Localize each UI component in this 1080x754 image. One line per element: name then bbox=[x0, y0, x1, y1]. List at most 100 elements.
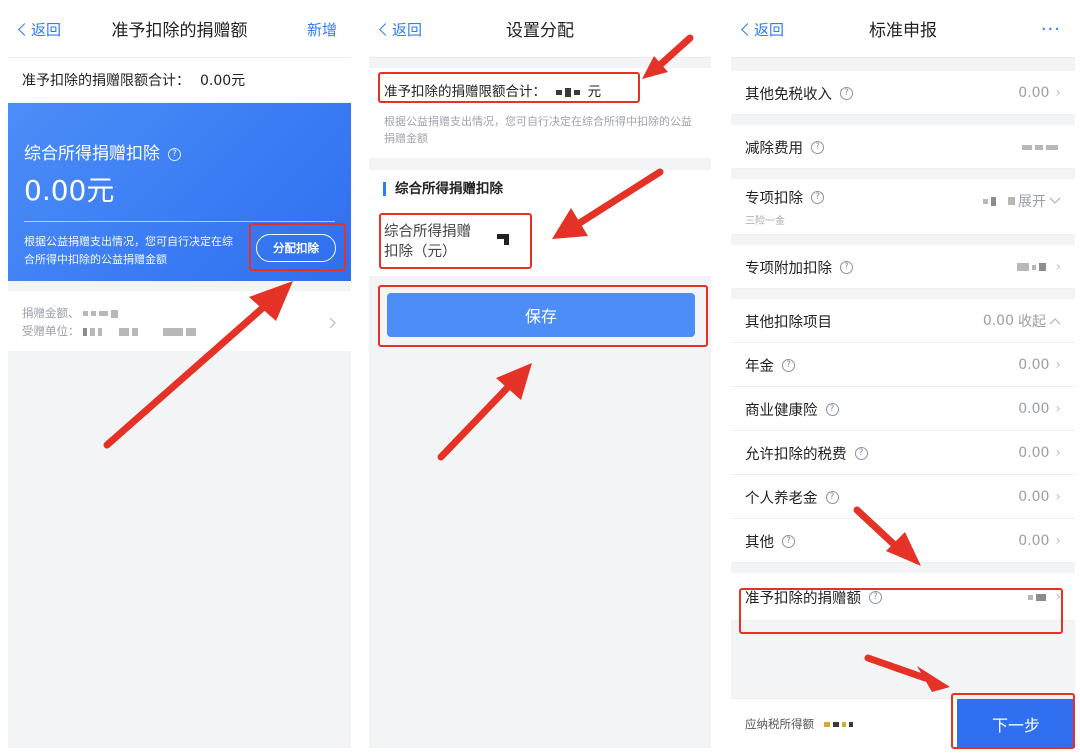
row-other[interactable]: 其他? 0.00 › bbox=[731, 519, 1075, 563]
help-icon[interactable]: ? bbox=[825, 490, 839, 504]
redacted-mark bbox=[1035, 144, 1043, 150]
donation-org-line: 受赠单位： bbox=[22, 322, 337, 340]
row-value: 0.00 bbox=[982, 313, 1014, 329]
redacted-mark bbox=[556, 89, 563, 95]
chevron-right-icon bbox=[329, 316, 337, 334]
help-icon[interactable]: ? bbox=[811, 190, 824, 204]
row-label: 年金 bbox=[745, 358, 774, 375]
add-button[interactable]: 新增 bbox=[307, 0, 337, 58]
help-icon[interactable]: ? bbox=[811, 140, 824, 154]
row-label: 准予扣除的捐赠额 bbox=[745, 590, 861, 607]
bottom-bar: 应纳税所得额 下一步 bbox=[731, 698, 1075, 748]
row-label: 其他扣除项目 bbox=[745, 314, 832, 331]
row-sublabel: 三险一金 bbox=[745, 216, 785, 227]
help-icon[interactable]: ? bbox=[168, 147, 181, 161]
help-icon[interactable]: ? bbox=[782, 358, 795, 372]
donation-list-item[interactable]: 捐赠金额、 受赠单位： bbox=[8, 291, 351, 351]
more-icon[interactable]: ··· bbox=[1041, 0, 1061, 58]
chevron-right-icon: › bbox=[1055, 259, 1061, 275]
row-label: 其他免税收入 bbox=[745, 86, 832, 103]
chevron-right-icon: › bbox=[1055, 489, 1061, 505]
limit-amount: 0.00元 bbox=[200, 73, 246, 89]
redacted-mark bbox=[1017, 263, 1030, 271]
redacted-mark bbox=[833, 721, 839, 727]
back-button[interactable]: 返回 bbox=[18, 0, 62, 58]
row-other-deduction-items[interactable]: 其他扣除项目 0.00 收起 bbox=[731, 299, 1075, 343]
row-label: 专项附加扣除 bbox=[745, 260, 832, 277]
redacted-mark bbox=[83, 311, 89, 316]
section-title: 综合所得捐赠扣除 bbox=[383, 182, 503, 196]
chevron-right-icon: › bbox=[1055, 445, 1061, 461]
row-value: 0.00 bbox=[1018, 533, 1050, 549]
save-button[interactable]: 保存 bbox=[387, 293, 695, 337]
back-label: 返回 bbox=[31, 20, 62, 39]
row-special-deduction[interactable]: 专项扣除? 三险一金 展开 bbox=[731, 179, 1075, 235]
help-icon[interactable]: ? bbox=[869, 590, 882, 604]
card-title: 综合所得捐赠扣除? bbox=[24, 139, 181, 164]
expand-label: 展开 bbox=[1018, 194, 1046, 210]
deduction-field-input[interactable] bbox=[497, 230, 509, 249]
declaration-list: 其他免税收入? 0.00 › 减除费用? 专项扣除? 三险一金 展开 专项附加扣除… bbox=[731, 59, 1075, 621]
redacted-mark bbox=[842, 721, 846, 727]
help-icon[interactable]: ? bbox=[782, 534, 795, 548]
row-commercial-health-insurance[interactable]: 商业健康险? 0.00 › bbox=[731, 387, 1075, 431]
redacted-mark bbox=[119, 327, 130, 336]
limit-unit: 元 bbox=[587, 84, 602, 100]
taxable-income-label: 应纳税所得额 bbox=[745, 717, 814, 731]
redacted-mark bbox=[90, 327, 96, 336]
allocate-deduction-button[interactable]: 分配扣除 bbox=[256, 234, 336, 262]
row-allowed-donation[interactable]: 准予扣除的捐赠额? › bbox=[731, 573, 1075, 621]
chevron-up-icon bbox=[1049, 318, 1061, 325]
help-icon[interactable]: ? bbox=[854, 446, 868, 460]
deduction-field-label: 综合所得捐赠扣除（元） bbox=[384, 224, 471, 260]
row-deduction-fee[interactable]: 减除费用? bbox=[731, 125, 1075, 169]
redacted-mark bbox=[163, 327, 184, 336]
donation-amount-label: 捐赠金额、 bbox=[22, 306, 80, 320]
page-title: 设置分配 bbox=[506, 21, 574, 41]
row-label: 减除费用 bbox=[745, 140, 803, 157]
redacted-mark bbox=[983, 198, 988, 204]
redacted-mark bbox=[1022, 144, 1032, 150]
row-annuity[interactable]: 年金? 0.00 › bbox=[731, 343, 1075, 387]
row-label: 允许扣除的税费 bbox=[745, 446, 847, 463]
redacted-mark bbox=[1046, 144, 1058, 150]
help-icon[interactable]: ? bbox=[840, 260, 853, 274]
collapse-label: 收起 bbox=[1018, 314, 1046, 330]
page-title: 准予扣除的捐赠额 bbox=[111, 21, 248, 41]
row-value: 0.00 bbox=[1018, 401, 1050, 417]
redacted-mark bbox=[1039, 263, 1047, 271]
row-label: 商业健康险 bbox=[745, 402, 818, 419]
back-label: 返回 bbox=[392, 20, 423, 39]
card-amount: 0.00元 bbox=[24, 174, 115, 207]
redacted-mark bbox=[1036, 593, 1047, 601]
redacted-mark bbox=[849, 721, 853, 727]
back-button[interactable]: 返回 bbox=[379, 0, 423, 58]
help-icon[interactable]: ? bbox=[825, 402, 839, 416]
redacted-mark bbox=[111, 309, 119, 318]
redacted-mark bbox=[91, 311, 97, 316]
row-value: 0.00 bbox=[1018, 85, 1050, 101]
row-other-tax-free-income[interactable]: 其他免税收入? 0.00 › bbox=[731, 71, 1075, 115]
row-personal-pension[interactable]: 个人养老金? 0.00 › bbox=[731, 475, 1075, 519]
back-button[interactable]: 返回 bbox=[741, 0, 784, 58]
redacted-mark bbox=[1028, 594, 1034, 600]
redacted-mark bbox=[824, 721, 830, 727]
row-label: 个人养老金 bbox=[745, 490, 818, 507]
help-icon[interactable]: ? bbox=[840, 86, 853, 100]
row-label: 专项扣除 bbox=[745, 190, 803, 207]
redacted-value-icon bbox=[497, 234, 509, 245]
limit-label: 准予扣除的捐赠限额合计： bbox=[22, 73, 190, 89]
redacted-mark bbox=[186, 327, 197, 336]
comprehensive-deduction-card: 综合所得捐赠扣除? 0.00元 根据公益捐赠支出情况，您可自行决定在综合所得中扣… bbox=[8, 103, 351, 281]
limit-summary: 准予扣除的捐赠限额合计： 0.00元 bbox=[8, 58, 351, 102]
redacted-mark bbox=[565, 87, 572, 97]
comprehensive-deduction-section: 综合所得捐赠扣除 综合所得捐赠扣除（元） bbox=[369, 170, 711, 276]
nav-bar: 返回 设置分配 bbox=[369, 0, 711, 58]
next-step-button[interactable]: 下一步 bbox=[957, 699, 1075, 748]
divider bbox=[24, 221, 335, 222]
chevron-right-icon: › bbox=[1055, 589, 1061, 605]
row-special-additional-deduction[interactable]: 专项附加扣除? › bbox=[731, 245, 1075, 289]
redacted-mark bbox=[991, 196, 996, 206]
row-value: 0.00 bbox=[1018, 489, 1050, 505]
row-allowed-tax-fee[interactable]: 允许扣除的税费? 0.00 › bbox=[731, 431, 1075, 475]
